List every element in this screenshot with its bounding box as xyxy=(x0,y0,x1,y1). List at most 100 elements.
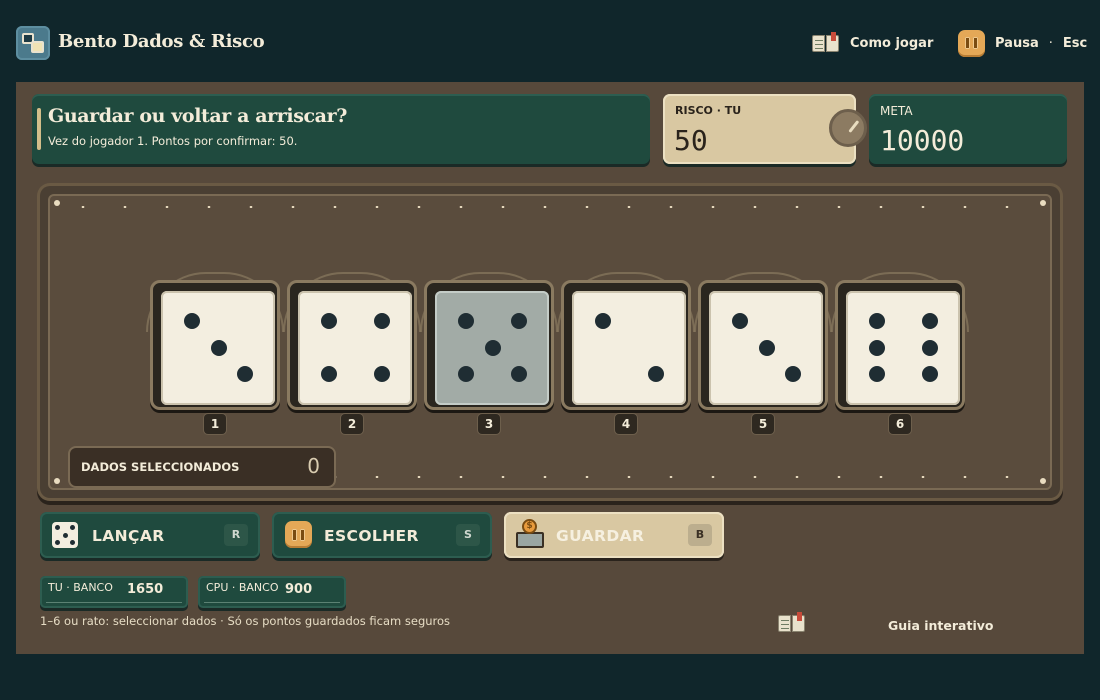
how-to-play-label: Como jogar xyxy=(850,35,934,51)
board-corner xyxy=(54,478,60,484)
die-pip xyxy=(321,366,337,382)
board-felt: 1 2 3 4 5 6 DADOS SELECCIONADOS 0 xyxy=(48,194,1052,490)
gauge-icon xyxy=(829,109,867,147)
risk-value: 50 xyxy=(674,124,708,157)
cpu-bank: CPU · BANCO 900 xyxy=(198,576,346,608)
player-bank-value: 1650 xyxy=(127,582,164,597)
die-pip xyxy=(237,366,253,382)
pause-shortcut: Esc xyxy=(1062,35,1088,51)
die-pip xyxy=(458,313,474,329)
die-pip xyxy=(374,366,390,382)
die-pip xyxy=(458,366,474,382)
die-slot-1[interactable]: 1 xyxy=(146,272,284,434)
die-pip xyxy=(648,366,664,382)
die-frame xyxy=(287,280,417,410)
choose-button[interactable]: ESCOLHER S xyxy=(272,512,492,558)
die-face[interactable] xyxy=(572,291,686,405)
die-slot-2[interactable]: 2 xyxy=(283,272,421,434)
die-slot-5[interactable]: 5 xyxy=(694,272,832,434)
die-face[interactable] xyxy=(435,291,549,405)
board-rivets-top xyxy=(62,206,1038,208)
pause-button[interactable]: Pausa · Esc xyxy=(958,29,1088,57)
app-title: Bento Dados & Risco xyxy=(58,31,265,52)
prompt-accent-bar xyxy=(37,108,41,150)
goal-card: META 10000 xyxy=(869,94,1067,164)
board-corner xyxy=(54,200,60,206)
die-pip xyxy=(511,366,527,382)
app-logo-icon xyxy=(16,26,50,60)
board-corner xyxy=(1040,200,1046,206)
selected-dice-label: DADOS SELECCIONADOS xyxy=(81,460,240,474)
roll-button[interactable]: LANÇAR R xyxy=(40,512,260,558)
die-pip xyxy=(869,366,885,382)
die-face[interactable] xyxy=(709,291,823,405)
die-pip xyxy=(758,339,775,356)
risk-card: RISCO · TU 50 xyxy=(663,94,867,164)
die-pip xyxy=(484,339,501,356)
die-frame xyxy=(561,280,691,410)
player-bank-label: TU · BANCO xyxy=(48,581,113,594)
bank-coin-icon: $ xyxy=(516,519,544,549)
die-index-badge: 4 xyxy=(615,414,637,434)
die-index-badge: 5 xyxy=(752,414,774,434)
die-pip xyxy=(869,313,885,329)
pause-separator: · xyxy=(1048,35,1053,51)
cpu-bank-value: 900 xyxy=(285,582,313,597)
die-frame xyxy=(424,280,554,410)
roll-label: LANÇAR xyxy=(92,527,165,545)
die-index-badge: 3 xyxy=(478,414,500,434)
die-frame xyxy=(698,280,828,410)
die-pip xyxy=(869,339,885,356)
selected-dice-counter: DADOS SELECCIONADOS 0 xyxy=(70,448,334,486)
roll-shortcut: R xyxy=(224,524,248,546)
die-pip xyxy=(922,313,938,329)
bank-shortcut: B xyxy=(688,524,712,546)
turn-prompt: Guardar ou voltar a arriscar? Vez do jog… xyxy=(32,94,650,164)
choose-label: ESCOLHER xyxy=(324,527,419,545)
selected-dice-count: 0 xyxy=(307,454,320,478)
bank-button[interactable]: $ GUARDAR B xyxy=(504,512,724,558)
die-pip xyxy=(785,366,801,382)
pause-label: Pausa xyxy=(995,35,1039,51)
dice-board: 1 2 3 4 5 6 DADOS SELECCIONADOS 0 xyxy=(40,186,1060,498)
die-frame xyxy=(150,280,280,410)
die-slot-3[interactable]: 3 xyxy=(420,272,558,434)
prompt-subtitle: Vez do jogador 1. Pontos por confirmar: … xyxy=(48,134,298,148)
book-icon xyxy=(812,32,840,54)
player-bank: TU · BANCO 1650 xyxy=(40,576,188,608)
die-frame xyxy=(835,280,965,410)
die-index-badge: 1 xyxy=(204,414,226,434)
die-pip xyxy=(321,313,337,329)
goal-label: META xyxy=(880,104,913,118)
bank-label: GUARDAR xyxy=(556,527,645,545)
die-pip xyxy=(511,313,527,329)
die-pip xyxy=(374,313,390,329)
die-slot-6[interactable]: 6 xyxy=(831,272,969,434)
die-face[interactable] xyxy=(298,291,412,405)
die-face[interactable] xyxy=(161,291,275,405)
interactive-guide-label: Guia interativo xyxy=(888,618,994,633)
choose-shortcut: S xyxy=(456,524,480,546)
goal-value: 10000 xyxy=(880,124,965,157)
top-bar: Bento Dados & Risco Como jogar Pausa · E… xyxy=(0,0,1100,82)
controls-hint: 1–6 ou rato: seleccionar dados · Só os p… xyxy=(40,614,451,628)
die-pip xyxy=(595,313,611,329)
die-pip xyxy=(922,339,938,356)
die-face[interactable] xyxy=(846,291,960,405)
book-icon xyxy=(778,612,806,634)
prompt-title: Guardar ou voltar a arriscar? xyxy=(48,105,347,127)
die-index-badge: 6 xyxy=(889,414,911,434)
how-to-play-button[interactable]: Como jogar xyxy=(812,30,933,56)
die-slot-4[interactable]: 4 xyxy=(557,272,695,434)
cpu-bank-label: CPU · BANCO xyxy=(206,581,279,594)
die-icon xyxy=(52,522,78,548)
die-pip xyxy=(922,366,938,382)
die-pip xyxy=(732,313,748,329)
board-corner xyxy=(1040,478,1046,484)
game-panel: Guardar ou voltar a arriscar? Vez do jog… xyxy=(16,82,1084,654)
risk-label: RISCO · TU xyxy=(675,104,742,117)
die-index-badge: 2 xyxy=(341,414,363,434)
pause-icon xyxy=(285,521,312,548)
die-pip xyxy=(184,313,200,329)
pause-icon xyxy=(958,29,985,57)
